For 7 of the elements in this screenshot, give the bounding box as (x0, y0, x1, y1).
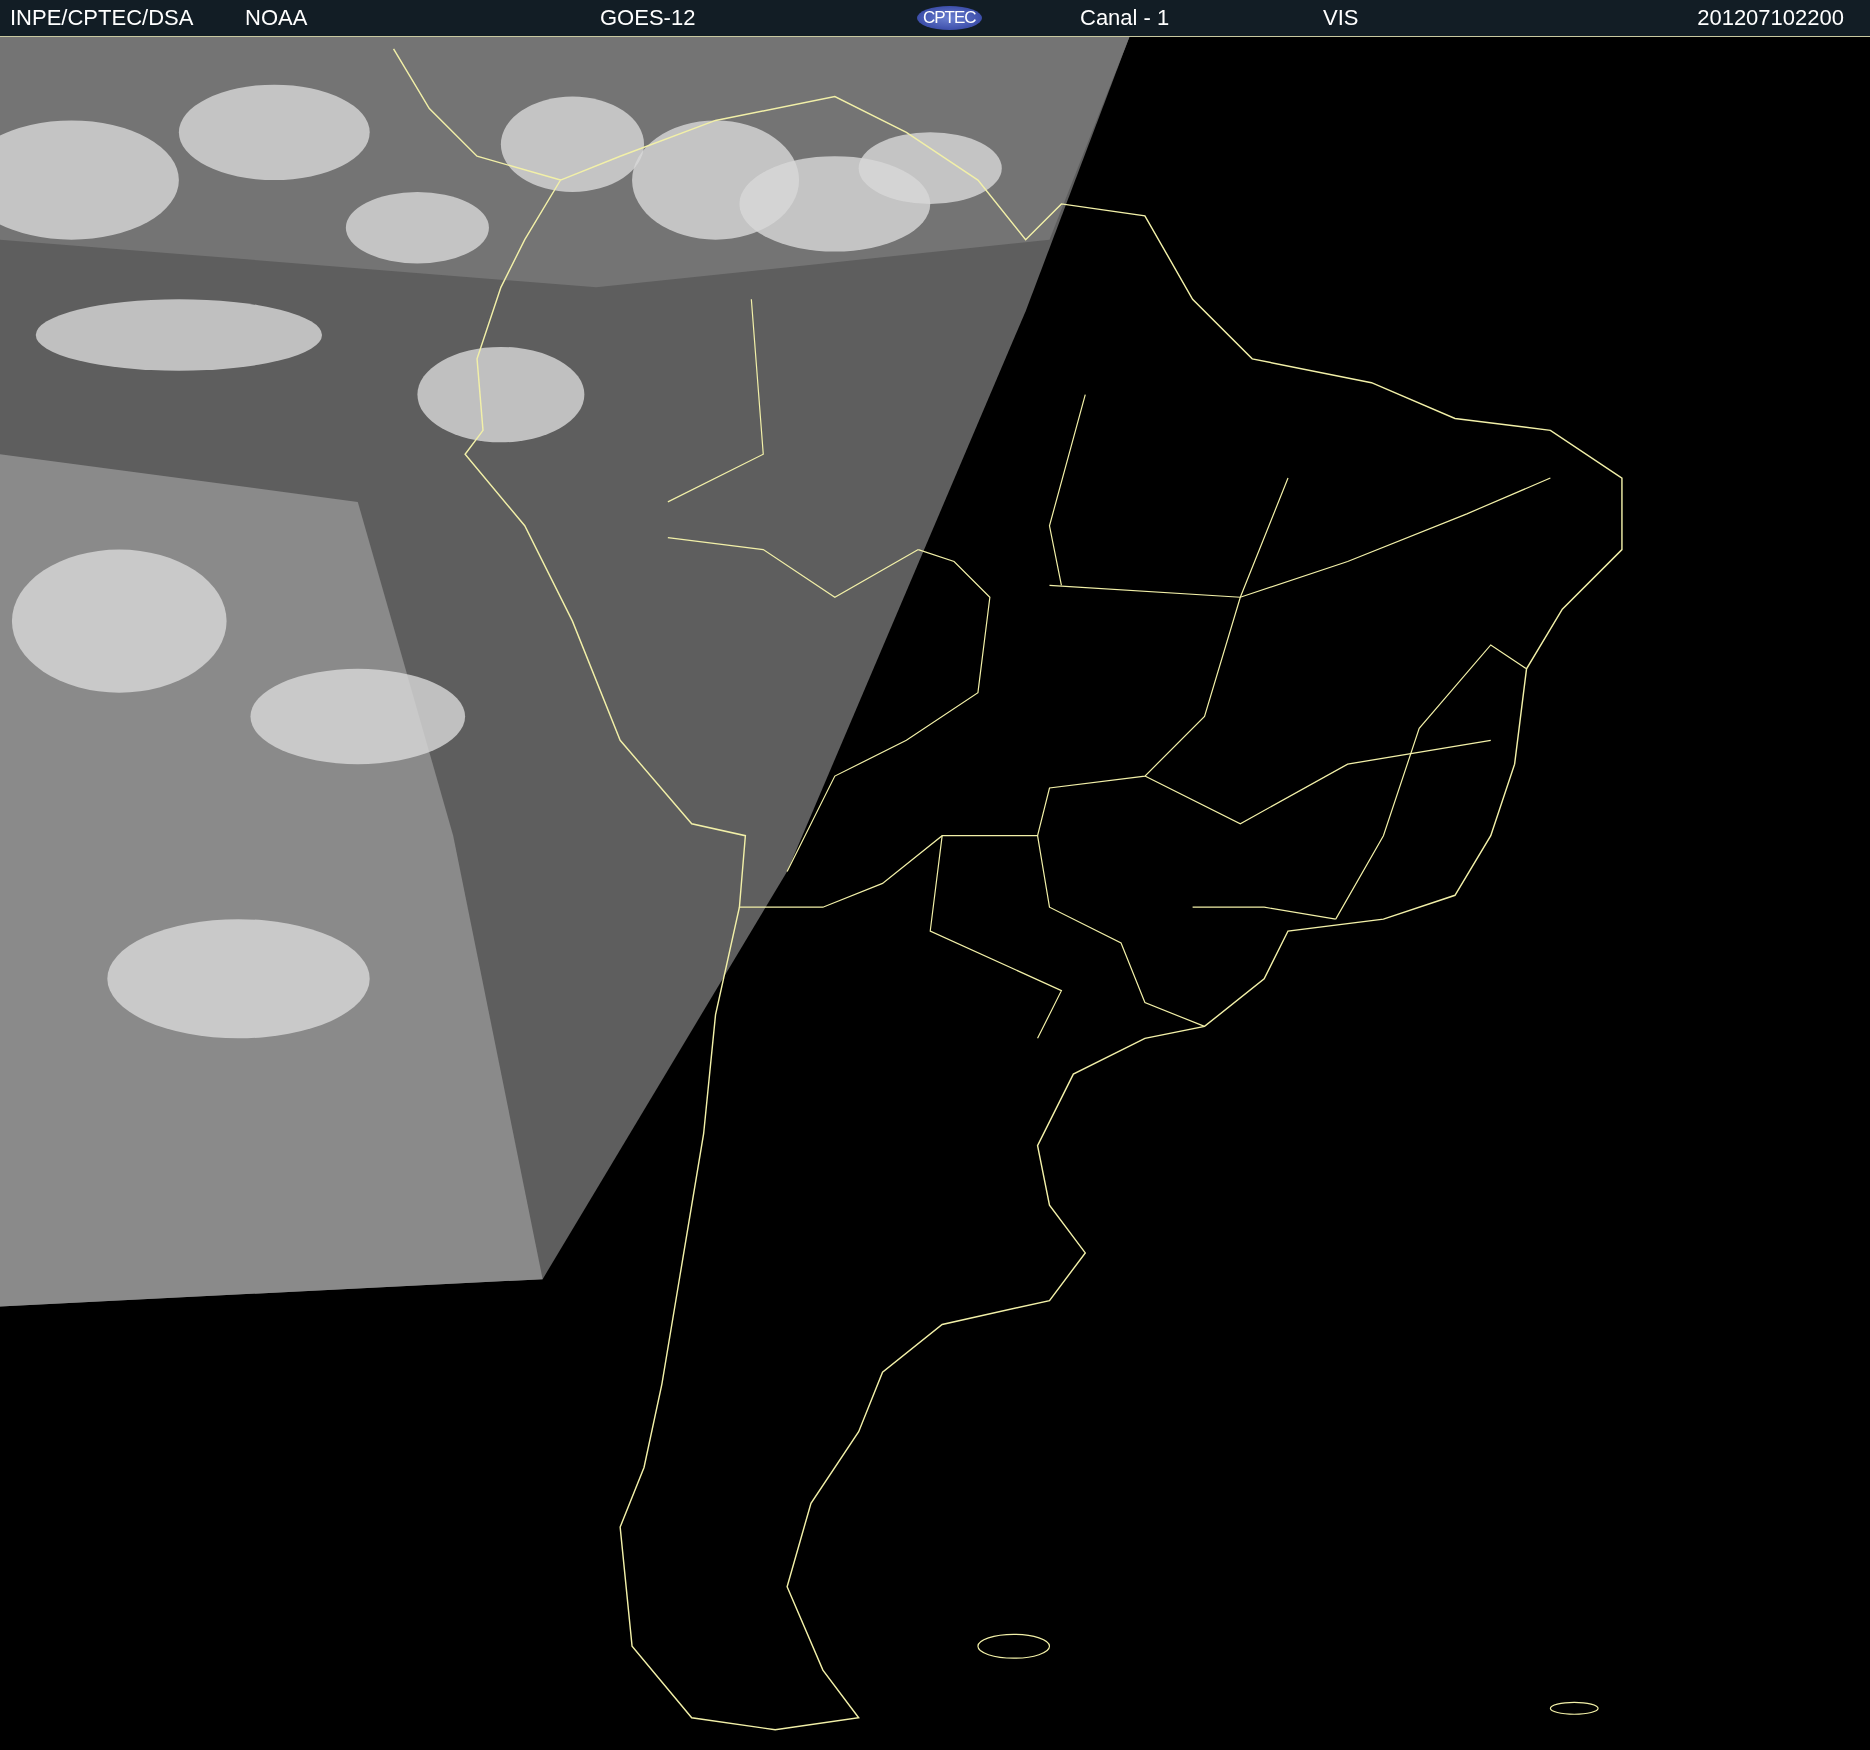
satellite-label: GOES-12 (600, 5, 696, 31)
source-label: INPE/CPTEC/DSA (10, 5, 194, 31)
logo: CPTEC (917, 6, 982, 30)
timestamp-label: 201207102200 (1697, 5, 1844, 31)
band-label: VIS (1323, 5, 1359, 31)
agency-label: NOAA (245, 5, 308, 31)
channel-label: Canal - 1 (1080, 5, 1170, 31)
